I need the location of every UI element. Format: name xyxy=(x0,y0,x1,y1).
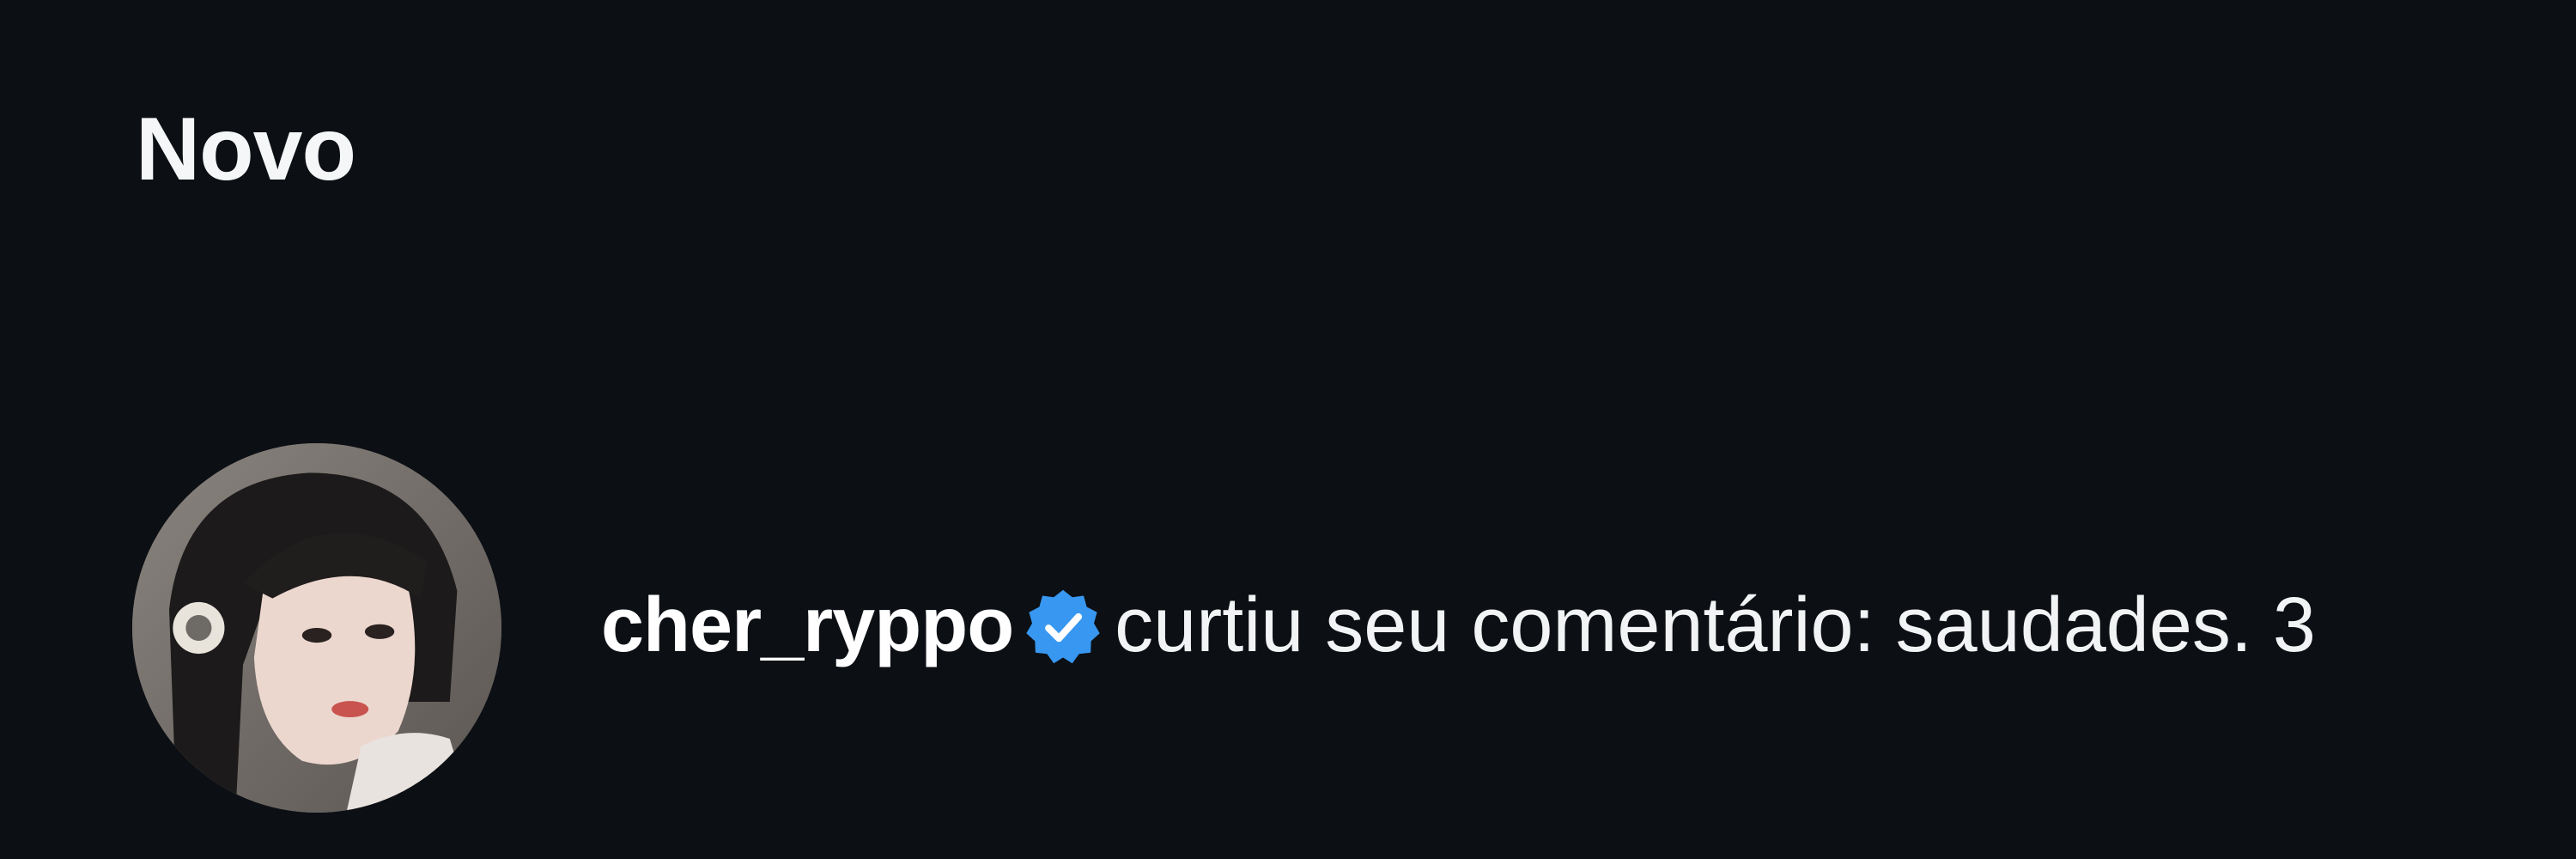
timestamp: 3 xyxy=(2272,582,2316,668)
username-link[interactable]: cher_ryppo xyxy=(601,587,1014,664)
comment-text: saudades. xyxy=(1895,582,2252,668)
section-title: Novo xyxy=(136,100,356,199)
avatar[interactable] xyxy=(132,443,501,813)
verified-badge-icon xyxy=(1022,586,1104,668)
notification-text: cher_ryppo curtiu seu comentário: saudad… xyxy=(601,584,2316,667)
notification-action: curtiu seu comentário: xyxy=(1115,582,1875,668)
notification-row[interactable]: cher_ryppo curtiu seu comentário: saudad… xyxy=(0,438,2576,816)
